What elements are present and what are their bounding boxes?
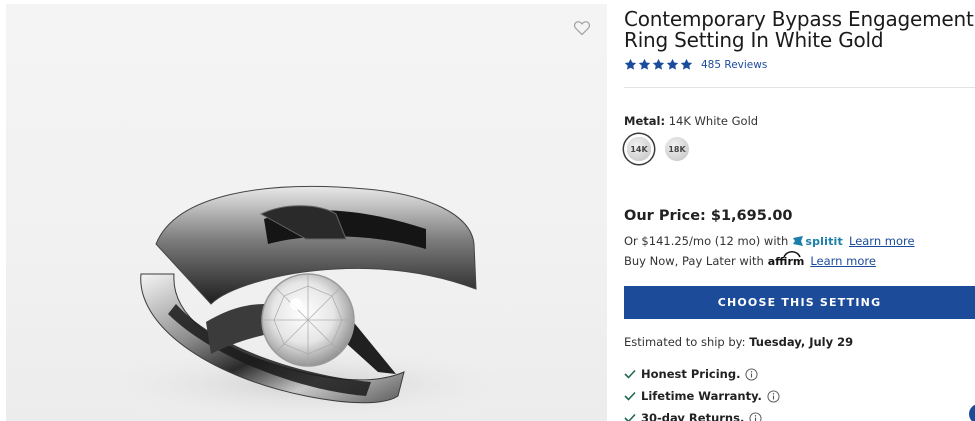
benefit-label: Lifetime Warranty. <box>641 389 762 403</box>
info-icon[interactable] <box>767 389 780 403</box>
splitit-brand: splitit <box>805 234 843 248</box>
info-icon[interactable] <box>745 367 758 381</box>
splitit-financing: Or $141.25/mo (12 mo) with splitit Learn… <box>624 234 915 248</box>
metal-selection-label: Metal: 14K White Gold <box>624 114 758 128</box>
divider <box>624 87 975 88</box>
affirm-learn-more-link[interactable]: Learn more <box>810 254 876 268</box>
metal-option-18k[interactable]: 18K <box>665 137 689 161</box>
price: Our Price: $1,695.00 <box>624 208 793 224</box>
chat-widget-icon[interactable] <box>969 404 975 421</box>
affirm-financing: Buy Now, Pay Later with affirm Learn mor… <box>624 250 876 268</box>
star-icon <box>624 58 637 70</box>
product-details: Contemporary Bypass Engagement Ring Sett… <box>624 0 975 421</box>
check-icon <box>624 391 636 401</box>
star-icon <box>666 58 679 70</box>
metal-value: 14K White Gold <box>668 114 759 128</box>
reviews-link[interactable]: 485 Reviews <box>701 59 767 71</box>
benefit-honest-pricing: Honest Pricing. <box>624 367 758 381</box>
heart-icon[interactable] <box>573 20 591 36</box>
benefit-lifetime-warranty: Lifetime Warranty. <box>624 389 780 403</box>
shipping-estimate: Estimated to ship by: Tuesday, July 29 <box>624 335 853 349</box>
rating-summary: 485 Reviews <box>624 58 767 71</box>
benefit-30-day-returns: 30-day Returns. <box>624 411 762 421</box>
metal-label: Metal: <box>624 114 666 128</box>
splitit-icon <box>793 236 804 246</box>
benefit-label: 30-day Returns. <box>641 411 745 421</box>
info-icon[interactable] <box>749 411 762 421</box>
ship-date: Tuesday, July 29 <box>749 335 854 349</box>
ship-label: Estimated to ship by: <box>624 335 746 349</box>
star-rating <box>624 58 693 71</box>
ring-image <box>76 185 536 421</box>
benefit-label: Honest Pricing. <box>641 367 741 381</box>
metal-option-14k[interactable]: 14K <box>627 137 651 161</box>
affirm-arc-icon <box>783 250 801 257</box>
product-page: Contemporary Bypass Engagement Ring Sett… <box>0 0 975 421</box>
splitit-learn-more-link[interactable]: Learn more <box>849 234 915 248</box>
splitit-text: Or $141.25/mo (12 mo) with <box>624 234 789 248</box>
choose-setting-button[interactable]: CHOOSE THIS SETTING <box>624 286 975 319</box>
star-icon <box>638 58 651 70</box>
check-icon <box>624 413 636 421</box>
product-image-gallery[interactable] <box>6 4 607 421</box>
product-title: Contemporary Bypass Engagement Ring Sett… <box>624 7 974 52</box>
affirm-text: Buy Now, Pay Later with <box>624 254 764 268</box>
check-icon <box>624 369 636 379</box>
star-icon <box>680 58 693 70</box>
affirm-logo: affirm <box>768 250 804 268</box>
splitit-logo: splitit <box>792 235 843 248</box>
star-icon <box>652 58 665 70</box>
